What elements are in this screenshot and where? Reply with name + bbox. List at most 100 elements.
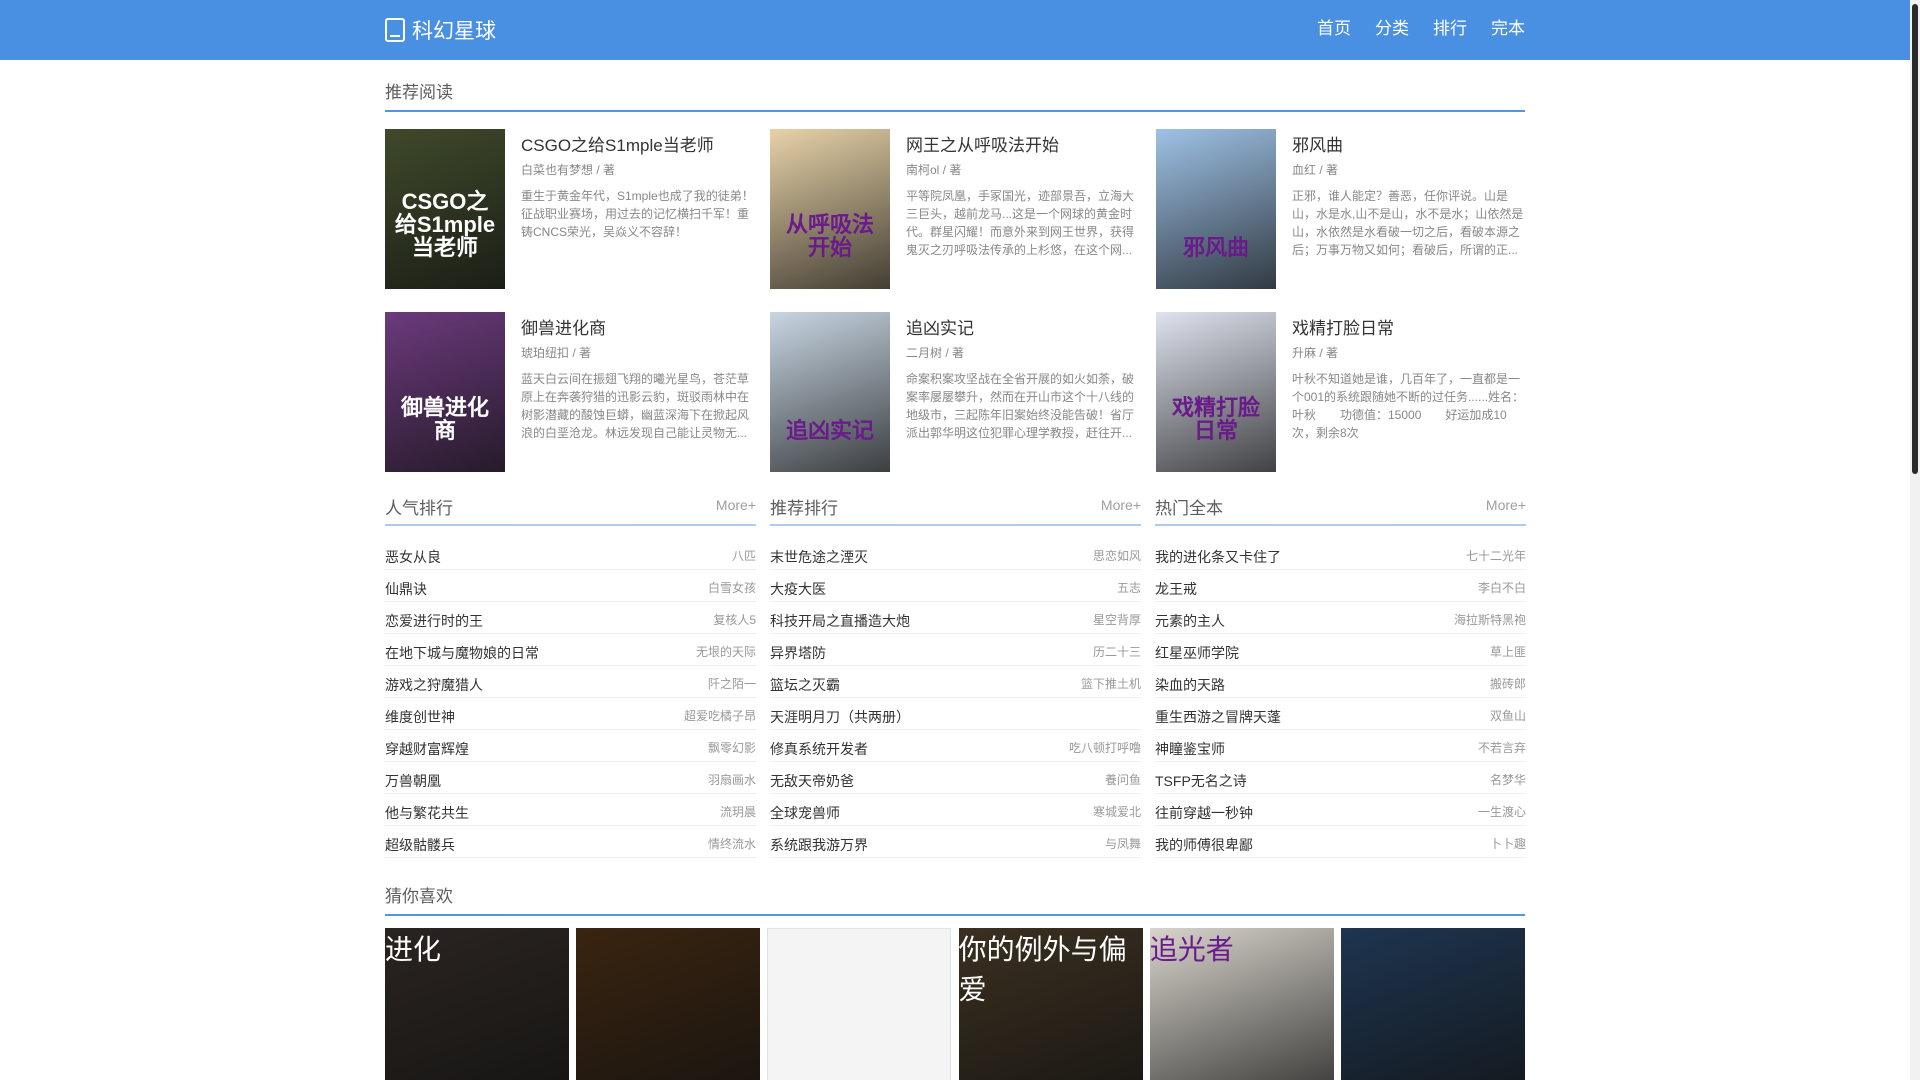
book-card[interactable]: 邪风曲 邪风曲 血红 / 著正邪，谁人能定？善恶，任你评说。山是山，水是水,山不是山…: [1156, 129, 1526, 289]
rank-book-name[interactable]: 在地下城与魔物娘的日常: [385, 643, 539, 663]
rank-book-name[interactable]: 我的进化条又卡住了: [1155, 547, 1281, 567]
rank-book-name[interactable]: 仙鼎诀: [385, 579, 427, 599]
rank-book-name[interactable]: 篮坛之灭霸: [770, 675, 840, 695]
rank-row[interactable]: 在地下城与魔物娘的日常 无垠的天际: [385, 634, 756, 666]
rank-book-name[interactable]: 全球宠兽师: [770, 803, 840, 823]
rank-row[interactable]: 红星巫师学院 草上匪: [1155, 634, 1526, 666]
book-card[interactable]: 御兽进化商 御兽进化商 琥珀纽扣 / 著蓝天白云间在振翅飞翔的曦光星鸟，苍茫草原上在…: [385, 312, 755, 472]
guess-book-cover[interactable]: 进化: [385, 928, 569, 1080]
rank-row[interactable]: 元素的主人 海拉斯特黑袍: [1155, 602, 1526, 634]
rank-row[interactable]: 天涯明月刀（共两册）: [770, 698, 1141, 730]
rank-book-author: 星空背厚: [1092, 613, 1141, 627]
rank-book-name[interactable]: 他与繁花共生: [385, 803, 469, 823]
rank-book-author: 双鱼山: [1489, 709, 1526, 723]
rank-book-name[interactable]: 恋爱进行时的王: [385, 611, 483, 631]
guess-book-cover[interactable]: 你的例外与偏爱: [958, 928, 1143, 1080]
rank-row[interactable]: 重生西游之冒牌天蓬 双鱼山: [1155, 698, 1526, 730]
rank-row[interactable]: 无敌天帝奶爸 養问鱼: [770, 762, 1141, 794]
rank-row[interactable]: 科技开局之直播造大炮 星空背厚: [770, 602, 1141, 634]
rank-row[interactable]: 修真系统开发者 吃八顿打呼噜: [770, 730, 1141, 762]
rank-book-name[interactable]: 恶女从良: [385, 547, 441, 567]
nav-category[interactable]: 分类: [1375, 18, 1409, 40]
rank-book-name[interactable]: 染血的天路: [1155, 675, 1225, 695]
rank-row[interactable]: 大疫大医 五志: [770, 570, 1141, 602]
rank-book-name[interactable]: 无敌天帝奶爸: [770, 771, 854, 791]
book-title[interactable]: 戏精打脸日常: [1292, 314, 1394, 339]
book-title[interactable]: 邪风曲: [1292, 131, 1343, 156]
rank-row[interactable]: 往前穿越一秒钟 一生渡心: [1155, 794, 1526, 826]
rank-book-name[interactable]: 红星巫师学院: [1155, 643, 1239, 663]
guess-covers: 进化 你的例外与偏爱 追光者: [385, 928, 1525, 1080]
rank-row[interactable]: 我的师傅很卑鄙 卜卜趣: [1155, 826, 1526, 858]
rank-book-name[interactable]: 穿越财富辉煌: [385, 739, 469, 759]
rank-row[interactable]: TSFP无名之诗 名梦华: [1155, 762, 1526, 794]
more-link[interactable]: More+: [716, 497, 756, 513]
rank-book-name[interactable]: 元素的主人: [1155, 611, 1225, 631]
rank-book-author: 飘零幻影: [707, 741, 756, 755]
rank-book-name[interactable]: 天涯明月刀（共两册）: [770, 707, 910, 727]
book-title[interactable]: CSGO之给S1mple当老师: [521, 131, 714, 156]
book-cover[interactable]: 御兽进化商: [385, 312, 505, 472]
book-cover[interactable]: 从呼吸法开始: [770, 129, 890, 289]
rank-book-name[interactable]: 超级骷髅兵: [385, 835, 455, 855]
book-cover[interactable]: 邪风曲: [1156, 129, 1276, 289]
book-cover[interactable]: 追凶实记: [770, 312, 890, 472]
book-title[interactable]: 追凶实记: [906, 314, 974, 339]
book-description: 叶秋不知道她是谁，几百年了，一直都是一个001的系统跟随她不断的过任务.....…: [1292, 372, 1525, 440]
rank-row[interactable]: 龙王戒 李白不白: [1155, 570, 1526, 602]
book-title[interactable]: 御兽进化商: [521, 314, 606, 339]
rank-row[interactable]: 超级骷髅兵 情终流水: [385, 826, 756, 858]
rank-book-name[interactable]: 末世危途之湮灭: [770, 547, 868, 567]
rank-book-name[interactable]: 科技开局之直播造大炮: [770, 611, 910, 631]
book-cover[interactable]: CSGO之给S1mple当老师: [385, 129, 505, 289]
rank-row[interactable]: 恶女从良 八匹: [385, 538, 756, 570]
book-title[interactable]: 网王之从呼吸法开始: [906, 131, 1059, 156]
rank-row[interactable]: 全球宠兽师 寒城爱北: [770, 794, 1141, 826]
rank-book-name[interactable]: 重生西游之冒牌天蓬: [1155, 707, 1281, 727]
rank-book-name[interactable]: TSFP无名之诗: [1155, 771, 1247, 791]
rank-book-name[interactable]: 往前穿越一秒钟: [1155, 803, 1253, 823]
rank-book-name[interactable]: 大疫大医: [770, 579, 826, 599]
rank-row[interactable]: 他与繁花共生 流玥晨: [385, 794, 756, 826]
book-card[interactable]: CSGO之给S1mple当老师 CSGO之给S1mple当老师 白菜也有梦想 / 著…: [385, 129, 755, 289]
site-logo[interactable]: 科幻星球: [385, 16, 496, 44]
rank-row[interactable]: 仙鼎诀 白雪女孩: [385, 570, 756, 602]
rank-book-name[interactable]: 系统跟我游万界: [770, 835, 868, 855]
scrollbar-thumb[interactable]: [1912, 4, 1918, 474]
book-cover[interactable]: 戏精打脸日常: [1156, 312, 1276, 472]
book-card[interactable]: 从呼吸法开始 网王之从呼吸法开始 南柯ol / 著平等院凤凰，手冢国光，迹部景吾，立…: [770, 129, 1140, 289]
rank-book-name[interactable]: 修真系统开发者: [770, 739, 868, 759]
rank-book-name[interactable]: 神瞳鉴宝师: [1155, 739, 1225, 759]
rank-row[interactable]: 末世危途之湮灭 思恋如风: [770, 538, 1141, 570]
guess-book-cover[interactable]: [1341, 928, 1525, 1080]
rank-book-name[interactable]: 异界塔防: [770, 643, 826, 663]
rank-row[interactable]: 游戏之狩魔猎人 阡之陌一: [385, 666, 756, 698]
rank-book-name[interactable]: 游戏之狩魔猎人: [385, 675, 483, 695]
rank-row[interactable]: 万兽朝凰 羽扇画水: [385, 762, 756, 794]
rank-row[interactable]: 篮坛之灭霸 篮下推土机: [770, 666, 1141, 698]
rank-book-name[interactable]: 维度创世神: [385, 707, 455, 727]
guess-book-cover[interactable]: 追光者: [1149, 928, 1334, 1080]
rank-row[interactable]: 恋爱进行时的王 复核人5: [385, 602, 756, 634]
nav-ranking[interactable]: 排行: [1433, 18, 1467, 40]
guess-book-cover[interactable]: [576, 928, 761, 1080]
rank-row[interactable]: 异界塔防 历二十三: [770, 634, 1141, 666]
rank-row[interactable]: 维度创世神 超爱吃橘子昂: [385, 698, 756, 730]
rank-book-name[interactable]: 我的师傅很卑鄙: [1155, 835, 1253, 855]
guess-book-cover[interactable]: [767, 928, 952, 1080]
rank-row[interactable]: 我的进化条又卡住了 七十二光年: [1155, 538, 1526, 570]
rank-row[interactable]: 神瞳鉴宝师 不若言弃: [1155, 730, 1526, 762]
rank-book-name[interactable]: 万兽朝凰: [385, 771, 441, 791]
book-card[interactable]: 追凶实记 追凶实记 二月树 / 著命案积案攻坚战在全省开展的如火如荼，破案率屡屡攀升…: [770, 312, 1140, 472]
rank-row[interactable]: 系统跟我游万界 与凤舞: [770, 826, 1141, 858]
rank-book-name[interactable]: 龙王戒: [1155, 579, 1197, 599]
more-link[interactable]: More+: [1101, 497, 1141, 513]
book-card[interactable]: 戏精打脸日常 戏精打脸日常 升麻 / 著叶秋不知道她是谁，几百年了，一直都是一个00…: [1156, 312, 1526, 472]
page-scrollbar[interactable]: [1910, 0, 1920, 1080]
more-link[interactable]: More+: [1486, 497, 1526, 513]
rank-row[interactable]: 染血的天路 搬砖郎: [1155, 666, 1526, 698]
nav-home[interactable]: 首页: [1317, 18, 1351, 40]
nav-finished[interactable]: 完本: [1491, 18, 1525, 40]
cover-text: 御兽进化商: [400, 394, 489, 443]
rank-row[interactable]: 穿越财富辉煌 飘零幻影: [385, 730, 756, 762]
